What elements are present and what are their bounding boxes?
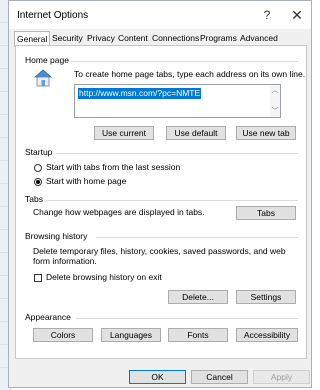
- home-page-url-value: http://www.msn.com/?pc=NMTE: [78, 88, 202, 99]
- languages-button[interactable]: Languages: [101, 328, 161, 342]
- general-tab-panel: Home page To create home page tabs, type…: [15, 45, 307, 359]
- settings-button[interactable]: Settings: [236, 290, 296, 304]
- delete-on-exit-label[interactable]: Delete browsing history on exit: [46, 272, 162, 283]
- fonts-button[interactable]: Fonts: [168, 328, 228, 342]
- tabs-description: Change how webpages are displayed in tab…: [33, 207, 205, 217]
- browsing-history-divider: [96, 237, 298, 238]
- scroll-up-icon[interactable]: ︿: [270, 86, 280, 96]
- startup-label: Startup: [25, 147, 53, 157]
- cancel-button[interactable]: Cancel: [191, 370, 248, 384]
- colors-button[interactable]: Colors: [33, 328, 93, 342]
- browsing-history-label: Browsing history: [25, 231, 88, 241]
- scroll-down-icon[interactable]: ﹀: [270, 107, 280, 117]
- startup-divider: [56, 153, 298, 154]
- use-current-button[interactable]: Use current: [94, 126, 154, 140]
- ok-button[interactable]: OK: [129, 370, 186, 384]
- tabs-section-label: Tabs: [25, 194, 43, 204]
- appearance-label: Appearance: [25, 312, 71, 322]
- browsing-history-description-2: form information.: [33, 256, 97, 266]
- radio-last-session[interactable]: [34, 164, 42, 172]
- home-page-url-field[interactable]: http://www.msn.com/?pc=NMTE ︿ ﹀: [74, 84, 281, 118]
- tab-content[interactable]: Content: [116, 32, 150, 45]
- use-new-tab-button[interactable]: Use new tab: [236, 126, 296, 140]
- home-page-description: To create home page tabs, type each addr…: [74, 69, 306, 79]
- use-default-button[interactable]: Use default: [166, 126, 226, 140]
- title-bar: Internet Options ? ✕: [9, 1, 311, 29]
- url-field-scrollbar[interactable]: ︿ ﹀: [270, 85, 280, 117]
- tab-advanced[interactable]: Advanced: [238, 32, 280, 45]
- delete-button[interactable]: Delete...: [168, 290, 228, 304]
- radio-home-page[interactable]: [34, 178, 42, 186]
- accessibility-button[interactable]: Accessibility: [236, 328, 298, 342]
- tab-programs[interactable]: Programs: [198, 32, 239, 45]
- radio-last-session-label[interactable]: Start with tabs from the last session: [46, 162, 180, 173]
- appearance-divider: [76, 318, 298, 319]
- tab-security[interactable]: Security: [50, 32, 85, 45]
- tabs-button[interactable]: Tabs: [236, 206, 296, 220]
- tabs-divider: [46, 200, 298, 201]
- radio-home-page-label[interactable]: Start with home page: [46, 176, 126, 187]
- home-page-label: Home page: [25, 55, 69, 65]
- home-page-icon: [33, 68, 53, 88]
- tab-privacy[interactable]: Privacy: [85, 32, 117, 45]
- apply-button[interactable]: Apply: [253, 370, 310, 384]
- delete-on-exit-checkbox[interactable]: [34, 274, 42, 282]
- dialog-title: Internet Options: [17, 10, 89, 21]
- internet-options-dialog: Internet Options ? ✕ General Security Pr…: [8, 0, 312, 388]
- help-button[interactable]: ?: [255, 5, 279, 25]
- tab-connections[interactable]: Connections: [150, 32, 201, 45]
- home-page-divider: [68, 61, 298, 62]
- close-button[interactable]: ✕: [285, 5, 309, 25]
